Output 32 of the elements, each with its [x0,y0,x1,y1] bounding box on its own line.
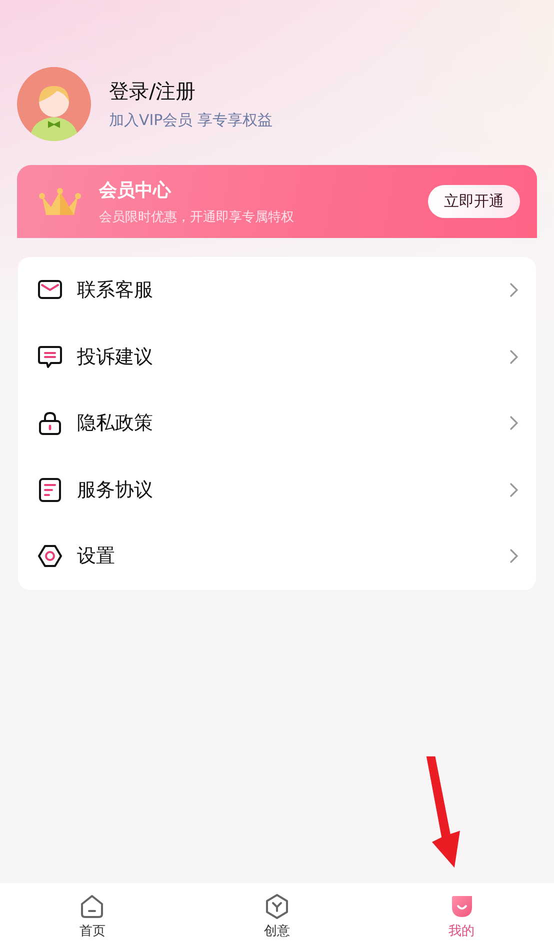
login-link[interactable]: 登录/注册 [109,78,272,105]
document-icon [37,476,63,503]
open-vip-button[interactable]: 立即开通 [428,185,520,218]
home-icon [79,893,106,919]
menu-label: 服务协议 [77,478,154,503]
vip-banner[interactable]: 会员中心 会员限时优惠，开通即享专属特权 立即开通 [17,165,537,238]
chevron-right-icon [510,416,518,430]
avatar-icon[interactable] [17,67,91,141]
menu-item[interactable]: 投诉建议 [18,324,536,390]
chevron-right-icon [510,283,518,298]
message-icon [37,344,63,370]
lock-icon [37,410,63,436]
settings-icon [37,543,63,570]
menu-item[interactable]: 服务协议 [18,456,536,523]
menu-item[interactable]: 隐私政策 [18,390,536,456]
vip-title: 会员中心 [99,178,172,202]
tab[interactable]: 创意 [184,883,370,950]
menu-item[interactable]: 联系客服 [18,257,536,324]
menu-label: 联系客服 [77,278,154,304]
tab[interactable]: 首页 [0,883,185,950]
menu-label: 设置 [77,544,116,570]
menu-item[interactable]: 设置 [18,523,536,590]
chevron-right-icon [510,350,518,364]
chevron-right-icon [510,482,518,497]
tab[interactable]: 我的 [369,883,554,950]
menu-label: 投诉建议 [77,344,154,370]
menu-label: 隐私政策 [77,411,154,436]
crown-icon [39,186,81,216]
hexagon-icon [264,893,290,919]
profile-subtitle: 加入VIP会员 享专享权益 [109,111,272,130]
chevron-right-icon [510,549,518,564]
vip-subtitle: 会员限时优惠，开通即享专属特权 [99,208,295,226]
